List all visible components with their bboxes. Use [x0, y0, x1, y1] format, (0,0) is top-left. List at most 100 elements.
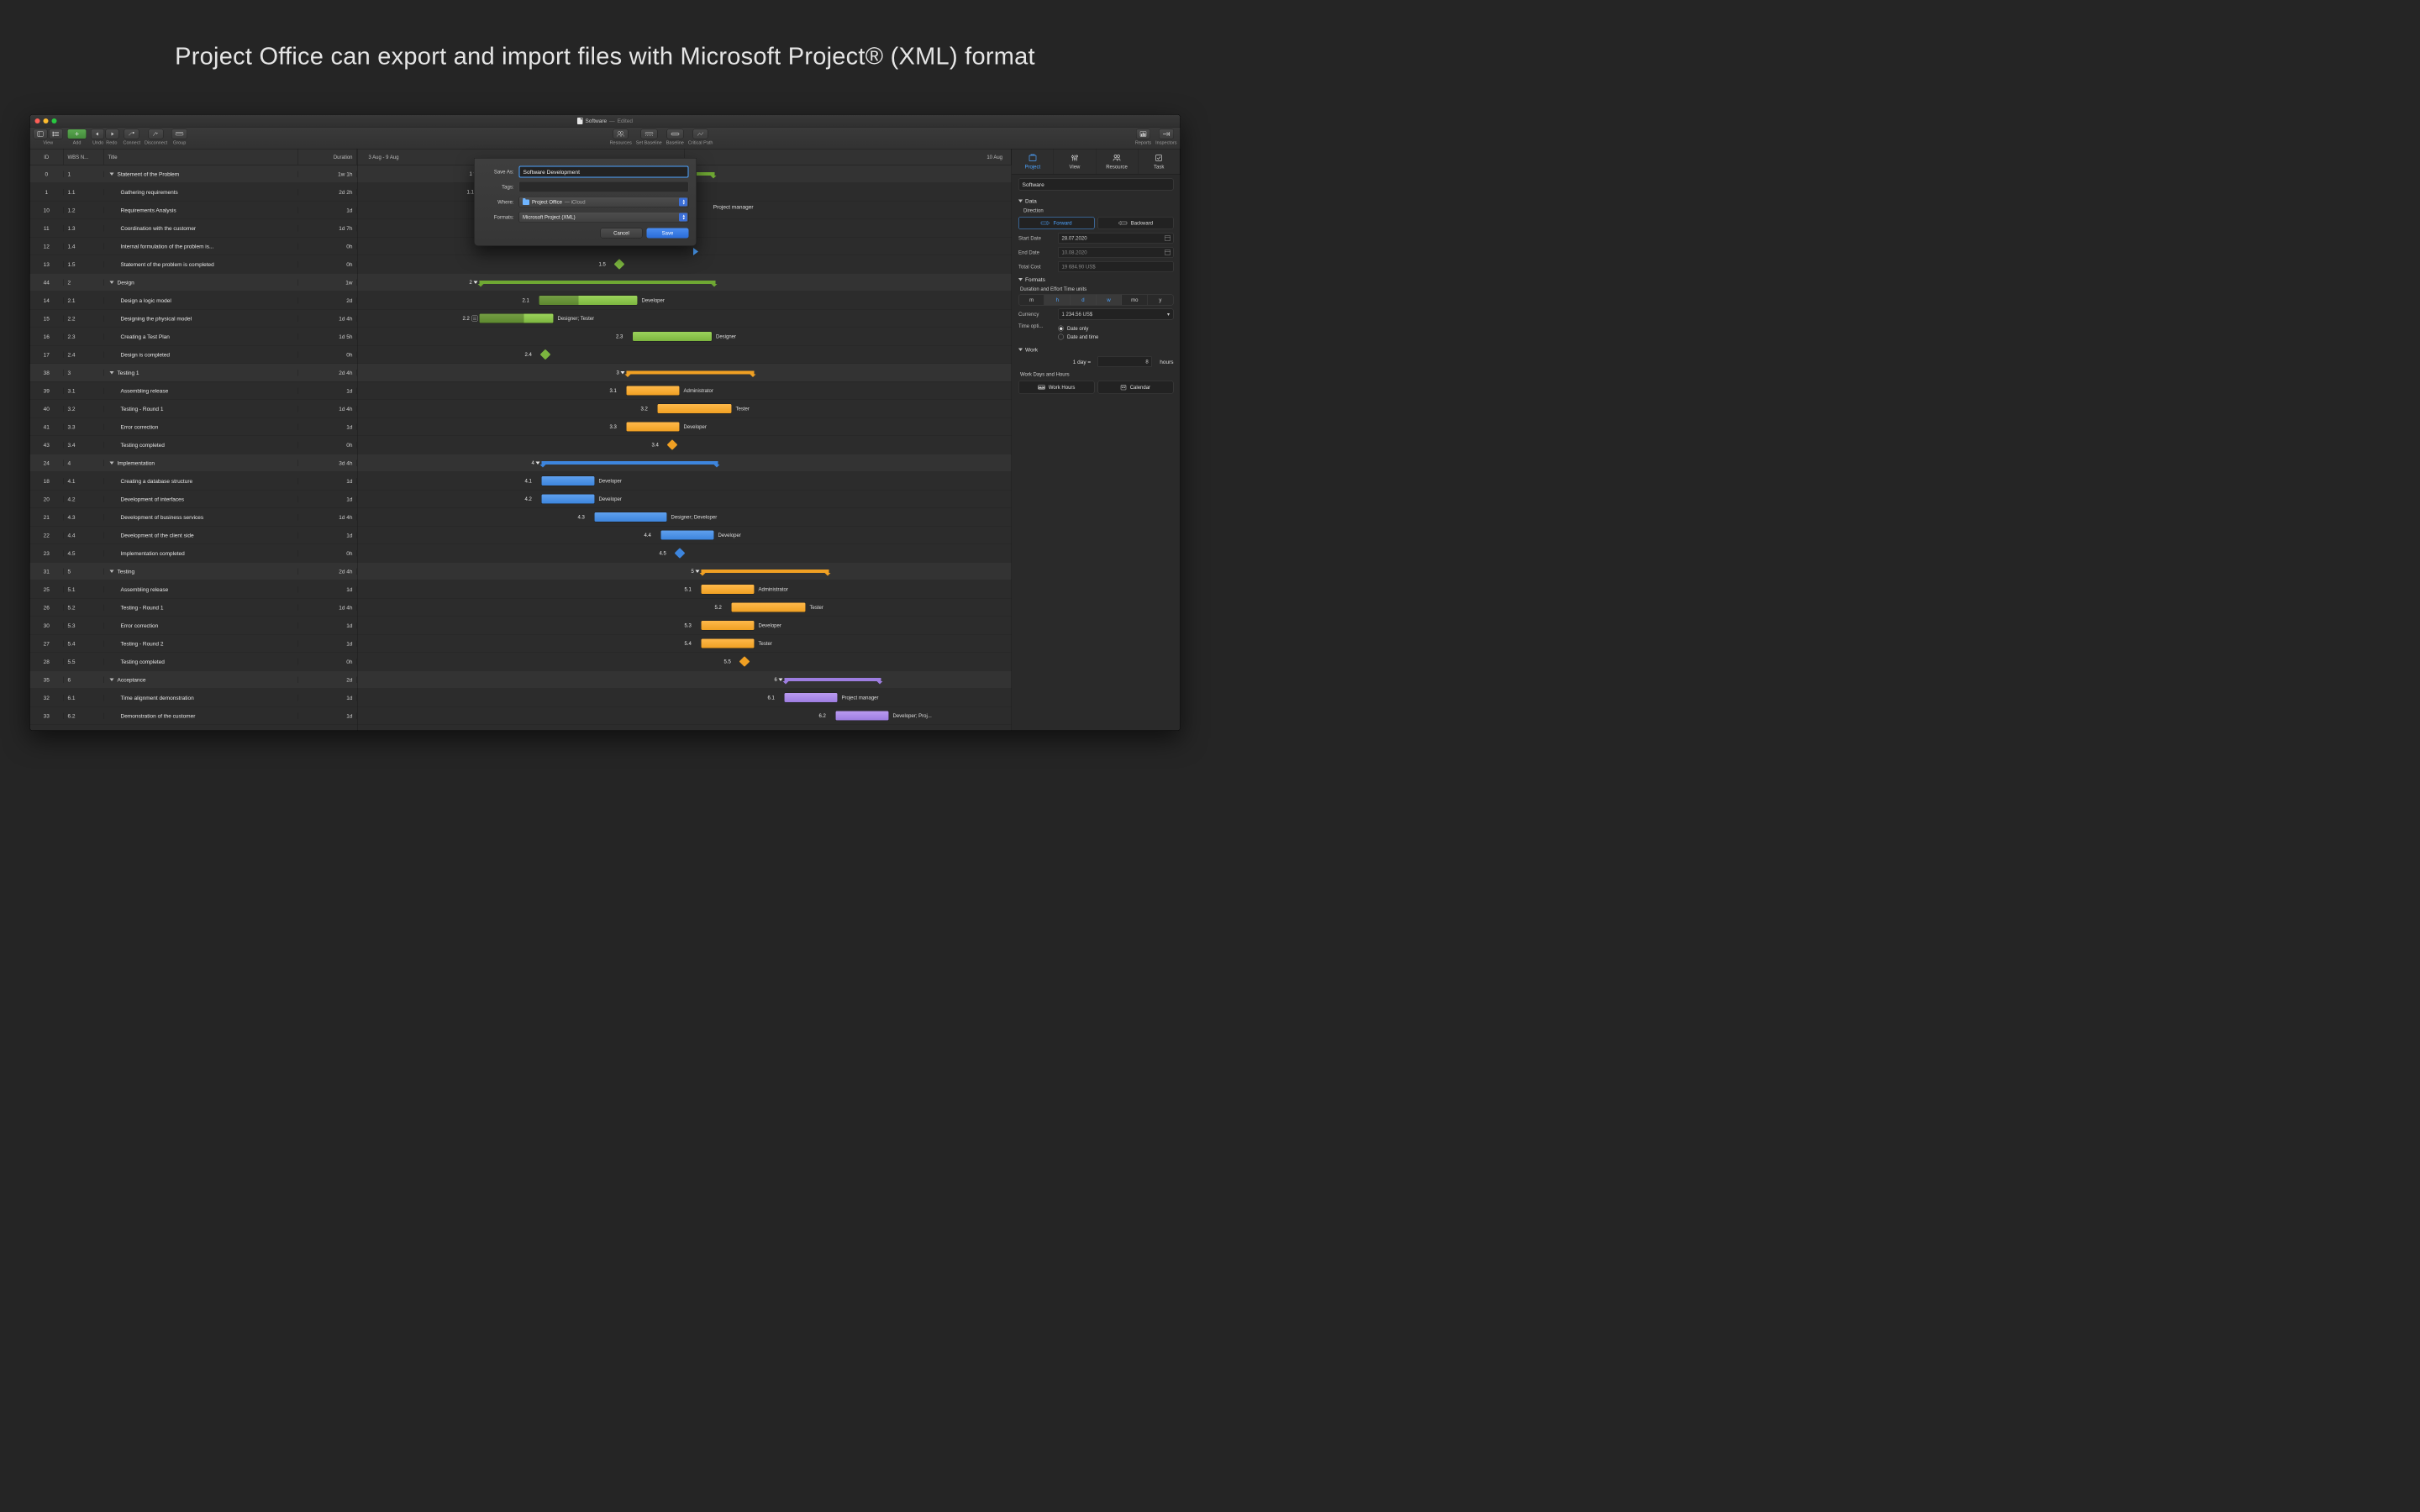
table-row[interactable]: 121.4Internal formulation of the problem… [30, 238, 358, 256]
gantt-bar[interactable] [836, 711, 889, 721]
inspectors-button[interactable] [1159, 129, 1174, 139]
gantt-summary-bar[interactable] [785, 678, 881, 681]
cancel-button[interactable]: Cancel [601, 228, 643, 239]
chevron-down-icon[interactable] [110, 281, 114, 284]
disconnect-button[interactable] [149, 129, 164, 139]
table-row[interactable]: 101.2Requirements Analysis1d [30, 202, 358, 220]
add-button[interactable]: + [67, 129, 87, 139]
gantt-milestone[interactable] [540, 349, 551, 360]
direction-forward-button[interactable]: Forward [1018, 217, 1094, 229]
gantt-bar[interactable] [627, 423, 680, 432]
hours-per-day-input[interactable]: 8 [1097, 356, 1152, 367]
close-window-icon[interactable] [35, 118, 40, 123]
save-button[interactable]: Save [647, 228, 689, 239]
chevron-down-icon[interactable] [110, 678, 114, 681]
table-row[interactable]: 403.2Testing - Round 11d 4h [30, 400, 358, 418]
tab-view[interactable]: View [1054, 150, 1096, 175]
table-row[interactable]: 442Design1w [30, 274, 358, 292]
table-row[interactable]: 336.2Demonstration of the customer1d [30, 707, 358, 726]
col-id[interactable]: ID [30, 150, 64, 165]
gantt-bar[interactable] [539, 296, 638, 305]
tab-resource[interactable]: Resource [1096, 150, 1138, 175]
table-row[interactable]: 111.3Coordination with the customer1d 7h [30, 219, 358, 238]
view-list-button[interactable] [49, 129, 63, 139]
unit-y[interactable]: y [1148, 295, 1173, 305]
gantt-milestone[interactable] [614, 259, 625, 270]
gantt-summary-bar[interactable] [702, 570, 829, 573]
chevron-down-icon[interactable] [110, 172, 114, 176]
col-title[interactable]: Title [104, 150, 299, 165]
reports-button[interactable] [1136, 129, 1150, 139]
col-wbs[interactable]: WBS N... [64, 150, 104, 165]
gantt-bar[interactable] [633, 332, 712, 341]
gantt-bar[interactable] [702, 621, 755, 630]
gantt-bar[interactable] [702, 585, 755, 594]
table-row[interactable]: 255.1Assembling release1d [30, 580, 358, 599]
unit-m[interactable]: m [1019, 295, 1045, 305]
redo-button[interactable] [106, 129, 119, 139]
chevron-down-icon[interactable] [110, 461, 114, 465]
gantt-bar[interactable] [732, 603, 806, 612]
table-row[interactable]: 11.1Gathering requirements2d 2h [30, 183, 358, 202]
start-date-input[interactable]: 28.07.2020 [1058, 233, 1174, 244]
gantt-bar[interactable] [627, 386, 680, 396]
section-formats[interactable]: Formats [1018, 276, 1174, 283]
set-baseline-button[interactable] [640, 129, 657, 139]
table-row[interactable]: 162.3Creating a Test Plan1d 5h [30, 328, 358, 346]
currency-select[interactable]: 1 234.56 US$▾ [1058, 309, 1174, 320]
table-row[interactable]: 142.1Design a logic model2d [30, 291, 358, 310]
table-row[interactable]: 184.1Creating a database structure1d [30, 472, 358, 491]
baseline-button[interactable] [666, 129, 683, 139]
table-row[interactable]: 204.2Development of interfaces1d [30, 491, 358, 509]
format-select[interactable]: Microsoft Project (XML)▴▾ [519, 212, 689, 223]
table-row[interactable]: 285.5Testing completed0h [30, 653, 358, 671]
table-row[interactable]: 305.3Error correction1d [30, 617, 358, 635]
table-row[interactable]: 393.1Assembling release1d [30, 382, 358, 401]
table-row[interactable]: 356Acceptance2d [30, 671, 358, 690]
table-row[interactable]: 152.2Designing the physical model1d 4h [30, 310, 358, 328]
table-row[interactable]: 224.4Development of the client side1d [30, 527, 358, 545]
table-row[interactable]: 172.4Design is completed0h [30, 346, 358, 365]
gantt-milestone[interactable] [667, 439, 678, 450]
connect-button[interactable] [124, 129, 139, 139]
note-icon[interactable] [472, 316, 478, 322]
gantt-milestone[interactable] [739, 656, 750, 667]
gantt-summary-bar[interactable] [627, 371, 755, 375]
table-row[interactable]: 315Testing2d 4h [30, 563, 358, 581]
critical-path-button[interactable] [693, 129, 708, 139]
time-opt-date-time[interactable]: Date and time [1058, 334, 1174, 340]
unit-d[interactable]: d [1071, 295, 1097, 305]
tab-task[interactable]: Task [1138, 150, 1180, 175]
section-work[interactable]: Work [1018, 347, 1174, 354]
chevron-down-icon[interactable] [110, 570, 114, 573]
view-button[interactable] [34, 129, 48, 139]
gantt-summary-bar[interactable] [480, 281, 716, 284]
gantt-bar[interactable] [542, 495, 595, 504]
gantt-bar[interactable] [595, 512, 667, 522]
unit-h[interactable]: h [1044, 295, 1071, 305]
table-row[interactable]: 413.3Error correction1d [30, 418, 358, 437]
save-as-input[interactable] [519, 166, 689, 178]
resources-button[interactable] [613, 129, 629, 139]
col-duration[interactable]: Duration [298, 150, 357, 165]
table-row[interactable]: 383Testing 12d 4h [30, 364, 358, 382]
gantt-summary-bar[interactable] [542, 461, 718, 465]
table-row[interactable]: 234.5Implementation completed0h [30, 544, 358, 563]
undo-button[interactable] [91, 129, 104, 139]
tags-input[interactable] [519, 181, 689, 192]
calendar-button[interactable]: Calendar [1097, 381, 1173, 394]
where-select[interactable]: Project Office— iCloud▴▾ [519, 197, 689, 207]
gantt-milestone[interactable] [675, 548, 686, 559]
table-row[interactable]: 433.4Testing completed0h [30, 436, 358, 454]
unit-w[interactable]: w [1096, 295, 1122, 305]
table-row[interactable]: 131.5Statement of the problem is complet… [30, 255, 358, 274]
gantt-bar[interactable] [542, 476, 595, 486]
table-row[interactable]: 244Implementation3d 4h [30, 454, 358, 473]
chevron-down-icon[interactable] [110, 371, 114, 375]
gantt-bar[interactable] [661, 531, 714, 540]
table-row[interactable]: 265.2Testing - Round 11d 4h [30, 599, 358, 617]
work-hours-button[interactable]: 24:00Work Hours [1018, 381, 1094, 394]
gantt-bar[interactable] [785, 693, 838, 702]
group-button[interactable] [171, 129, 187, 139]
gantt-bar[interactable] [702, 639, 755, 648]
